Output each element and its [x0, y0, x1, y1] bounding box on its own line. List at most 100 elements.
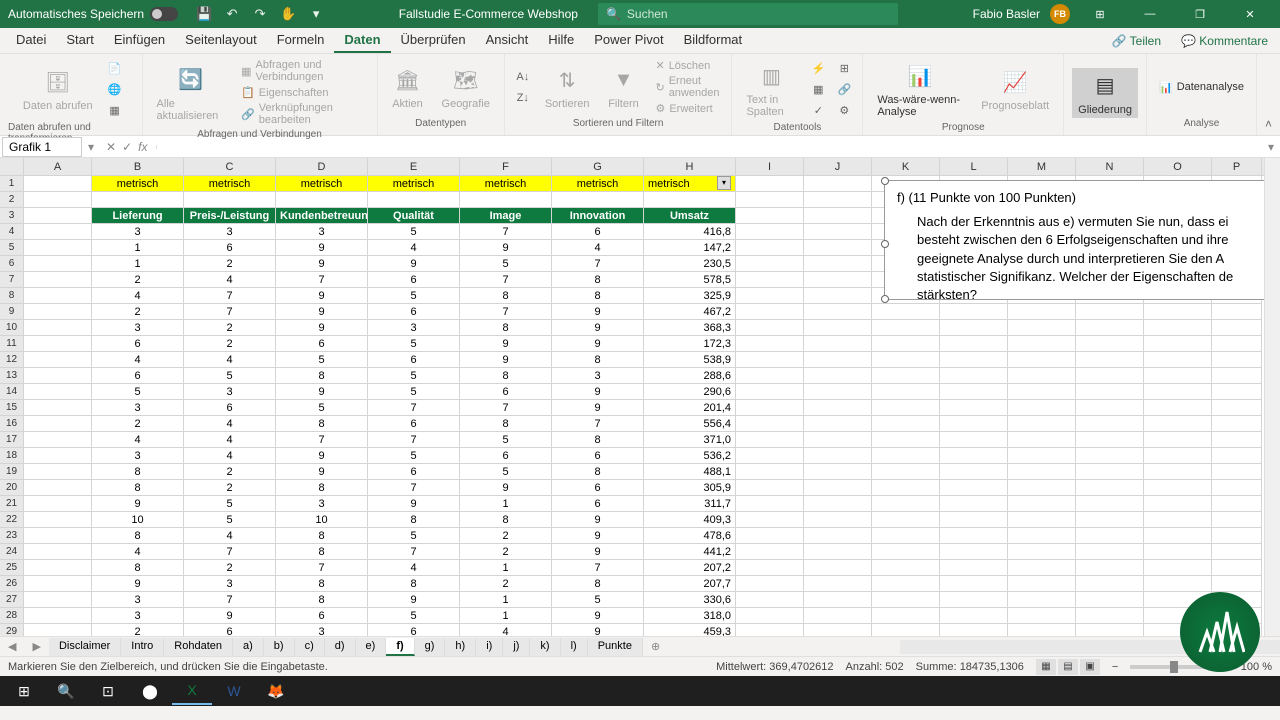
cell[interactable] [92, 192, 184, 208]
cell[interactable]: 8 [460, 368, 552, 384]
sheet-tab[interactable]: l) [561, 638, 588, 656]
undo-icon[interactable]: ↶ [224, 6, 240, 22]
cell[interactable]: 8 [368, 576, 460, 592]
cell[interactable]: 8 [92, 464, 184, 480]
cell[interactable]: 4 [460, 624, 552, 636]
cell[interactable]: 318,0 [644, 608, 736, 624]
cell[interactable]: 6 [368, 304, 460, 320]
cell[interactable] [1076, 336, 1144, 352]
cell[interactable] [1076, 496, 1144, 512]
cell[interactable] [804, 288, 872, 304]
cell[interactable]: 536,2 [644, 448, 736, 464]
cell[interactable] [804, 224, 872, 240]
cell[interactable] [736, 416, 804, 432]
cell[interactable] [1144, 400, 1212, 416]
sheet-tab[interactable]: h) [445, 638, 476, 656]
cell[interactable]: 7 [368, 480, 460, 496]
sheet-tab[interactable]: Rohdaten [164, 638, 233, 656]
row-header[interactable]: 21 [0, 496, 24, 512]
cell[interactable] [736, 336, 804, 352]
cell[interactable] [940, 320, 1008, 336]
cell[interactable] [1144, 480, 1212, 496]
row-header[interactable]: 14 [0, 384, 24, 400]
cell[interactable]: 8 [92, 528, 184, 544]
from-table-icon[interactable]: ▦ [105, 100, 125, 120]
cell[interactable] [940, 464, 1008, 480]
sheet-tab[interactable]: k) [530, 638, 560, 656]
cell[interactable] [804, 416, 872, 432]
cell[interactable]: 2 [92, 416, 184, 432]
cell[interactable] [736, 464, 804, 480]
text-to-columns-button[interactable]: ▥Text in Spalten [740, 58, 802, 120]
cell[interactable] [736, 224, 804, 240]
column-header-E[interactable]: E [368, 158, 460, 175]
cell[interactable]: 2 [92, 272, 184, 288]
cell[interactable]: 2 [92, 304, 184, 320]
row-header[interactable]: 16 [0, 416, 24, 432]
row-header[interactable]: 24 [0, 544, 24, 560]
cell[interactable] [872, 592, 940, 608]
cell[interactable] [24, 464, 92, 480]
cell[interactable]: 6 [368, 352, 460, 368]
cell[interactable] [24, 496, 92, 512]
cell[interactable] [804, 240, 872, 256]
sheet-tab[interactable]: a) [233, 638, 264, 656]
cell[interactable] [736, 528, 804, 544]
select-all-corner[interactable] [0, 158, 24, 175]
column-header-J[interactable]: J [804, 158, 872, 175]
cell[interactable]: 8 [92, 560, 184, 576]
cell[interactable] [1076, 576, 1144, 592]
view-break-button[interactable]: ▣ [1080, 659, 1100, 675]
cell[interactable] [1076, 304, 1144, 320]
cell[interactable] [804, 208, 872, 224]
cell[interactable]: 207,2 [644, 560, 736, 576]
row-header[interactable]: 3 [0, 208, 24, 224]
cell[interactable] [804, 368, 872, 384]
cell[interactable]: 7 [184, 544, 276, 560]
sheet-tab[interactable]: Intro [121, 638, 164, 656]
cell[interactable] [804, 576, 872, 592]
cell[interactable] [1076, 560, 1144, 576]
cell[interactable]: 538,9 [644, 352, 736, 368]
row-header[interactable]: 1 [0, 176, 24, 192]
cell[interactable] [1008, 352, 1076, 368]
cell[interactable] [1144, 448, 1212, 464]
cell[interactable]: 6 [368, 272, 460, 288]
cell[interactable]: 9 [92, 576, 184, 592]
sheet-tab[interactable]: b) [264, 638, 295, 656]
menu-tab-einfügen[interactable]: Einfügen [104, 28, 175, 53]
cell[interactable] [1008, 560, 1076, 576]
cell[interactable]: metrisch [184, 176, 276, 192]
column-header-M[interactable]: M [1008, 158, 1076, 175]
cell[interactable] [1144, 464, 1212, 480]
cell[interactable] [24, 592, 92, 608]
column-header-O[interactable]: O [1144, 158, 1212, 175]
advanced-button[interactable]: ⚙Erweitert [651, 101, 723, 116]
cell[interactable] [1144, 304, 1212, 320]
cell[interactable]: 6 [184, 624, 276, 636]
cell[interactable] [24, 544, 92, 560]
cell[interactable] [804, 464, 872, 480]
cell[interactable]: 9 [276, 256, 368, 272]
row-header[interactable]: 9 [0, 304, 24, 320]
row-header[interactable]: 13 [0, 368, 24, 384]
cell[interactable]: 7 [460, 272, 552, 288]
cell[interactable] [872, 336, 940, 352]
share-button[interactable]: 🔗 Teilen [1106, 32, 1167, 50]
forecast-button[interactable]: 📈Prognoseblatt [975, 64, 1055, 114]
remove-dup-icon[interactable]: ▦ [808, 79, 828, 99]
cell[interactable] [1008, 528, 1076, 544]
cell[interactable]: Lieferung [92, 208, 184, 224]
cell[interactable] [1144, 512, 1212, 528]
row-header[interactable]: 12 [0, 352, 24, 368]
cell[interactable]: 3 [92, 608, 184, 624]
sheet-tab[interactable]: e) [356, 638, 387, 656]
cell[interactable] [804, 480, 872, 496]
cell[interactable] [1008, 512, 1076, 528]
redo-icon[interactable]: ↷ [252, 6, 268, 22]
cell[interactable]: 1 [460, 560, 552, 576]
cell[interactable]: 9 [552, 512, 644, 528]
cell[interactable] [1212, 384, 1262, 400]
cell[interactable]: 311,7 [644, 496, 736, 512]
resize-handle[interactable] [881, 295, 889, 303]
